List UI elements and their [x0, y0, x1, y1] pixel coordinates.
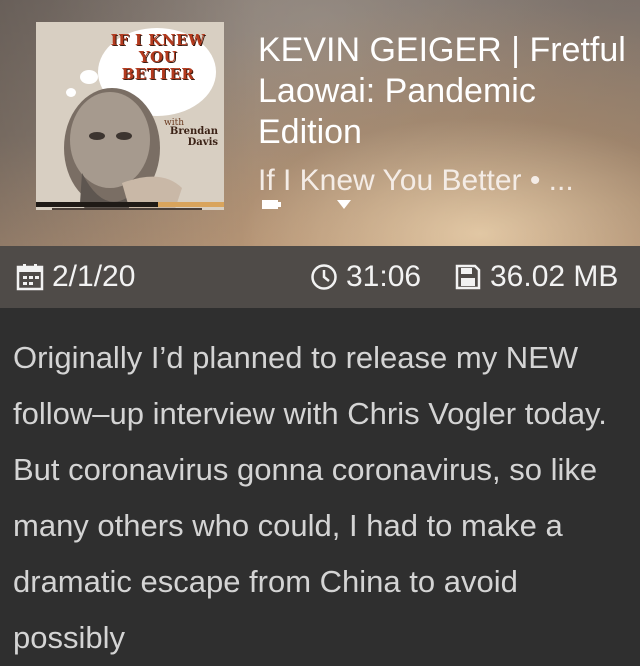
download-icon[interactable] — [334, 197, 354, 211]
artwork-title: IF I KNEW YOU BETTER — [100, 32, 216, 83]
episode-duration-text: 31:06 — [346, 260, 422, 293]
clock-icon — [311, 264, 337, 290]
episode-duration: 31:06 — [310, 246, 421, 308]
episode-date-text: 2/1/20 — [52, 260, 136, 293]
episode-date: 2/1/20 — [16, 246, 135, 308]
playback-progress-fill — [36, 202, 159, 207]
episode-description: Originally I’d planned to release my NEW… — [13, 340, 607, 655]
artwork-title-line: IF I KNEW — [110, 31, 206, 49]
episode-size: 36.02 MB — [454, 246, 618, 308]
playback-progress-bar — [36, 202, 224, 207]
podcast-artwork[interactable]: IF I KNEW YOU BETTER with Brendan Davis — [36, 22, 224, 210]
episode-size-text: 36.02 MB — [490, 260, 619, 293]
host-portrait-image — [52, 88, 202, 210]
episode-header: IF I KNEW YOU BETTER with Brendan Davis … — [0, 0, 640, 246]
podcast-name[interactable]: If I Knew You Better • ... — [258, 164, 628, 198]
artwork-title-line: YOU — [138, 48, 178, 66]
calendar-icon — [16, 264, 44, 291]
save-disk-icon — [455, 264, 481, 290]
device-icon[interactable] — [262, 197, 282, 211]
episode-meta-bar: 2/1/20 31:06 36.02 MB — [0, 246, 640, 308]
episode-title: KEVIN GEIGER | Fretful Laowai: Pandemic … — [258, 31, 626, 151]
